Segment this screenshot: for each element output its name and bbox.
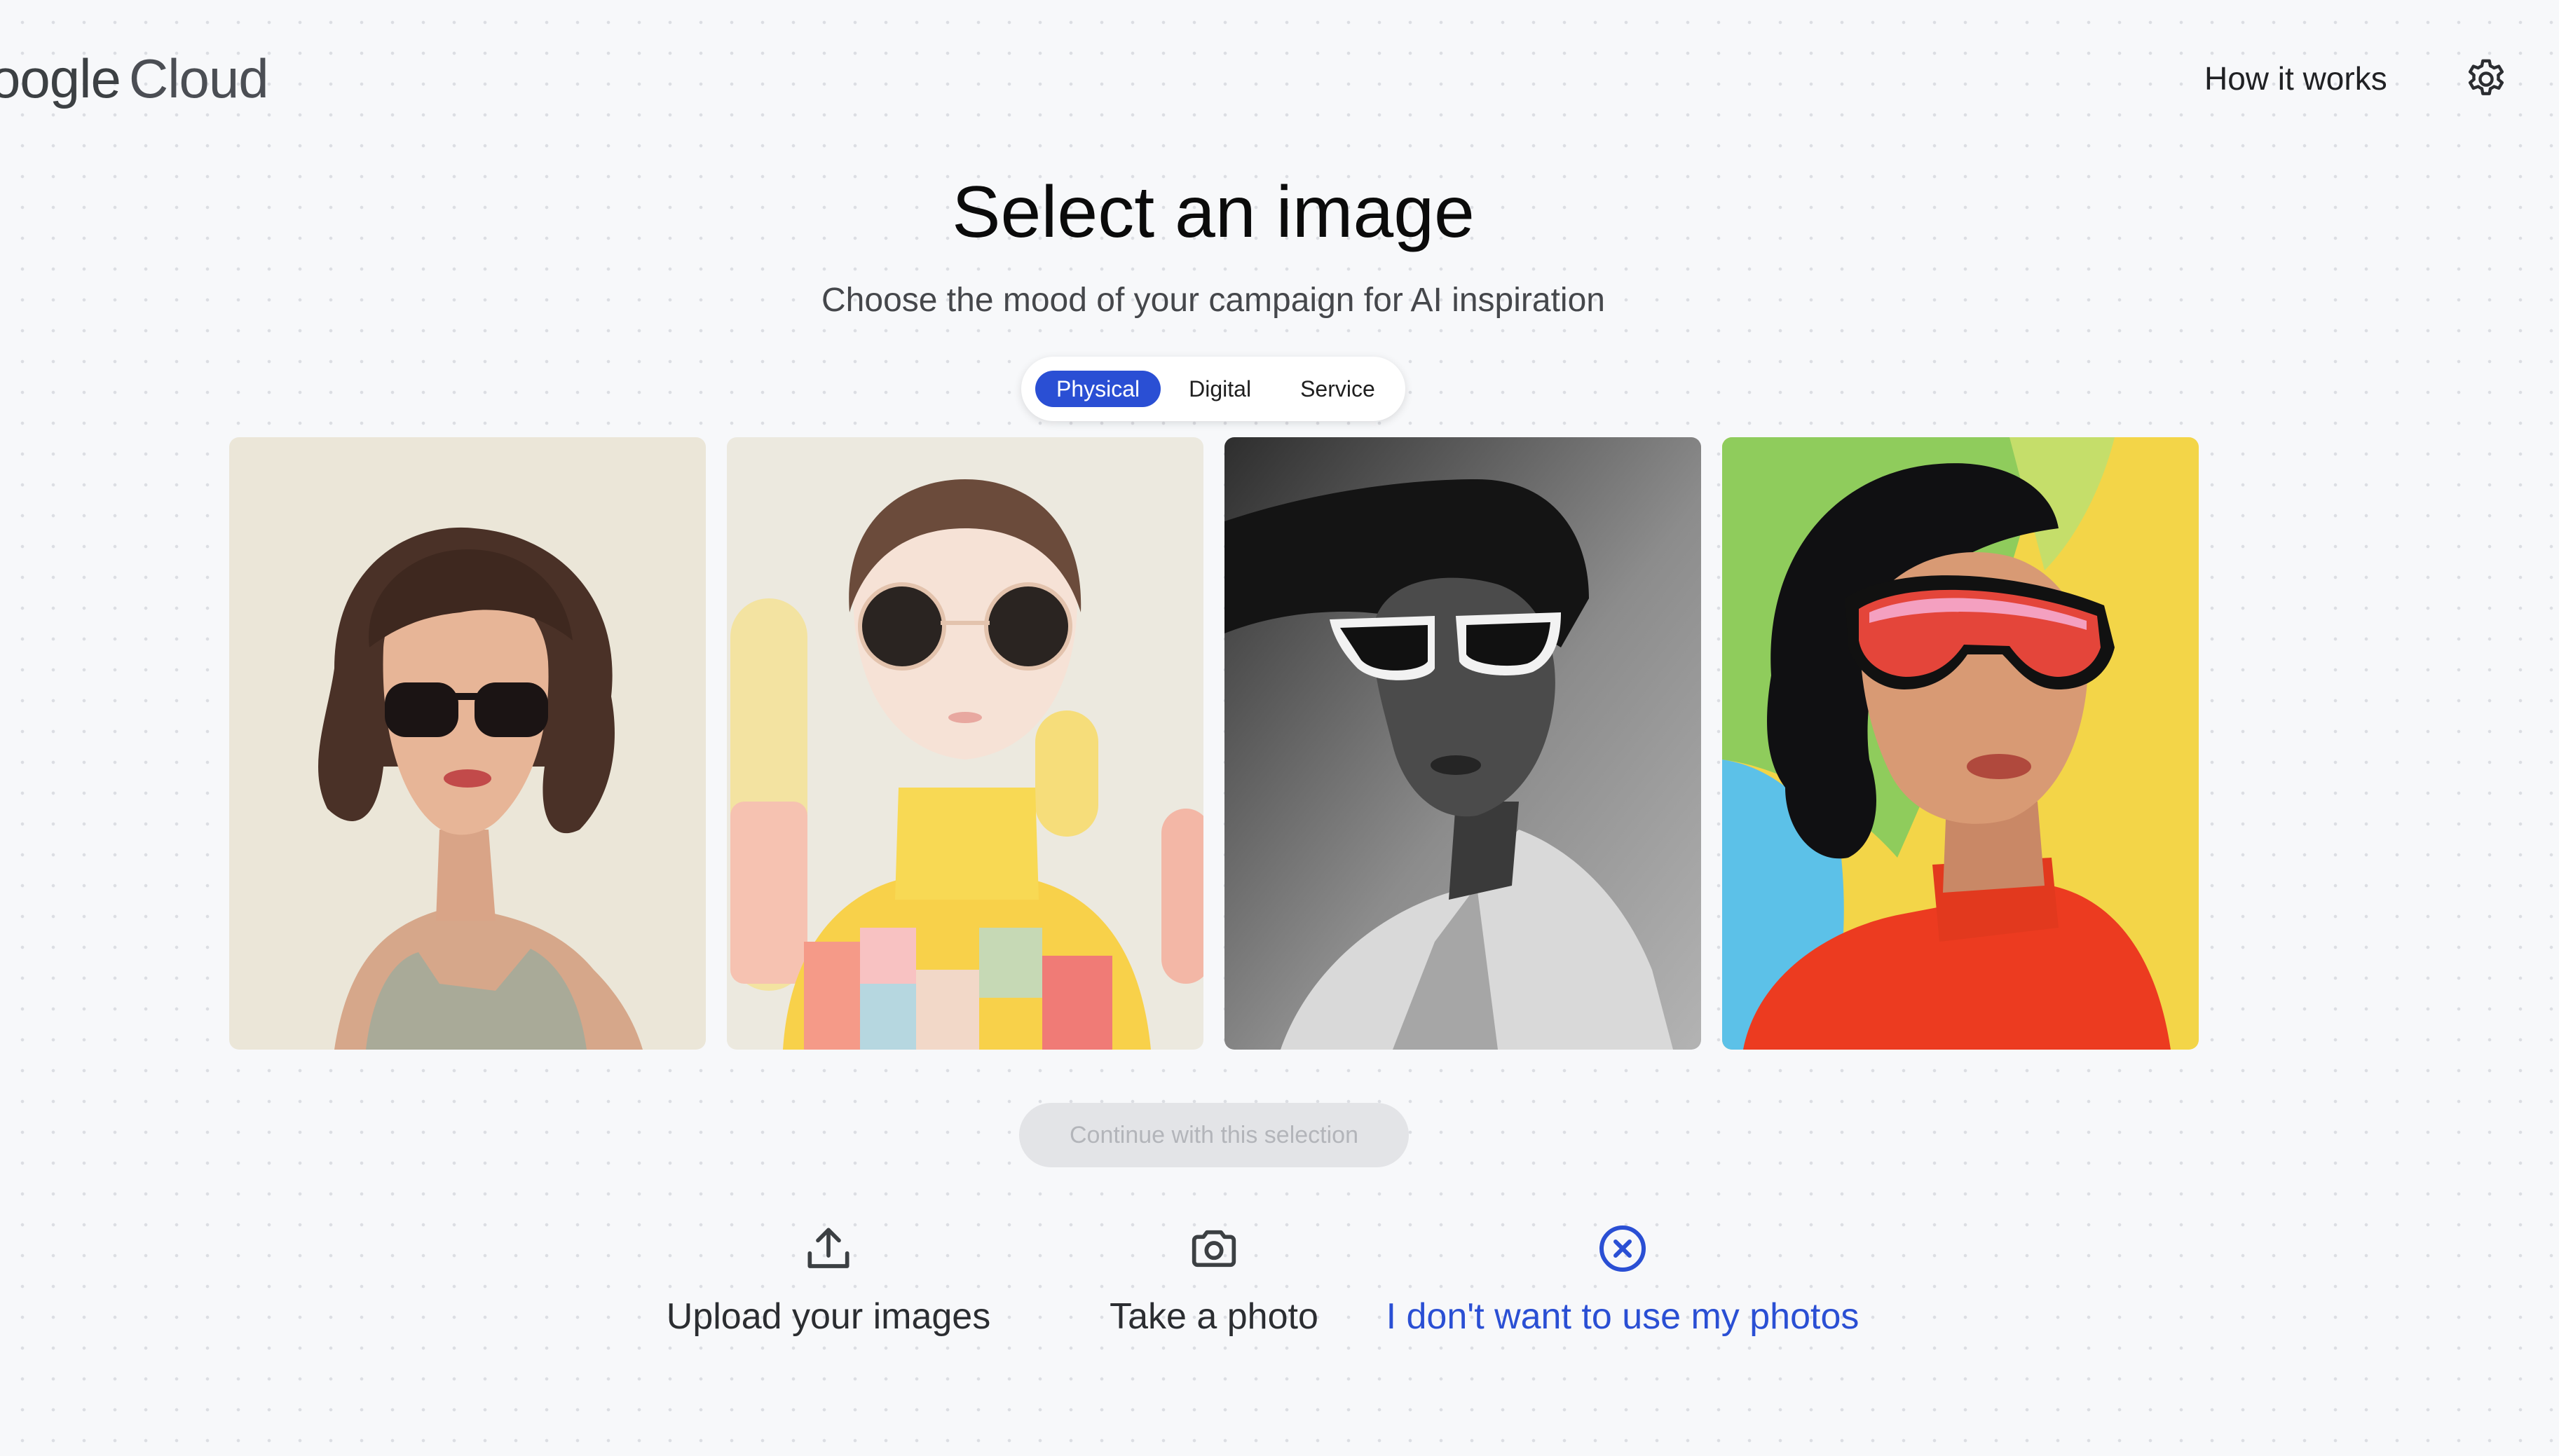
close-circle-icon: [1599, 1225, 1646, 1272]
take-photo-action[interactable]: Take a photo: [1088, 1221, 1340, 1341]
image-card-1[interactable]: [229, 437, 706, 1050]
camera-icon: [1192, 1230, 1236, 1268]
take-photo-label: Take a photo: [1110, 1296, 1318, 1337]
page-title: Select an image: [952, 172, 1475, 253]
category-tabs: Physical Digital Service: [1021, 357, 1405, 421]
tab-digital[interactable]: Digital: [1168, 371, 1272, 407]
page-subtitle: Choose the mood of your campaign for AI …: [821, 282, 1605, 319]
image-gallery: [229, 437, 2199, 1050]
continue-button[interactable]: Continue with this selection: [1019, 1103, 1409, 1167]
image-card-4[interactable]: [1722, 437, 2199, 1050]
logo-cloud-text: Cloud: [128, 48, 269, 109]
tab-physical[interactable]: Physical: [1035, 371, 1161, 407]
google-cloud-logo[interactable]: oogle Cloud: [0, 43, 269, 114]
no-photos-label: I don't want to use my photos: [1386, 1296, 1859, 1337]
no-photos-action[interactable]: I don't want to use my photos: [1342, 1221, 1903, 1341]
colorful-portrait-red-visor-image: [1722, 437, 2199, 1050]
tab-service[interactable]: Service: [1279, 371, 1396, 407]
3d-figure-round-sunglasses-image: [727, 437, 1203, 1050]
how-it-works-link[interactable]: How it works: [2204, 56, 2387, 101]
upload-images-action[interactable]: Upload your images: [660, 1221, 997, 1341]
gear-icon: [2468, 59, 2504, 95]
settings-button[interactable]: [2462, 55, 2511, 104]
upload-icon: [807, 1228, 849, 1268]
image-card-3[interactable]: [1224, 437, 1701, 1050]
upload-images-label: Upload your images: [666, 1296, 991, 1337]
logo-google-text: oogle: [0, 48, 121, 109]
monochrome-portrait-white-sunglasses-image: [1224, 437, 1701, 1050]
image-card-2[interactable]: [727, 437, 1203, 1050]
illustrated-woman-sunglasses-image: [229, 437, 706, 1050]
